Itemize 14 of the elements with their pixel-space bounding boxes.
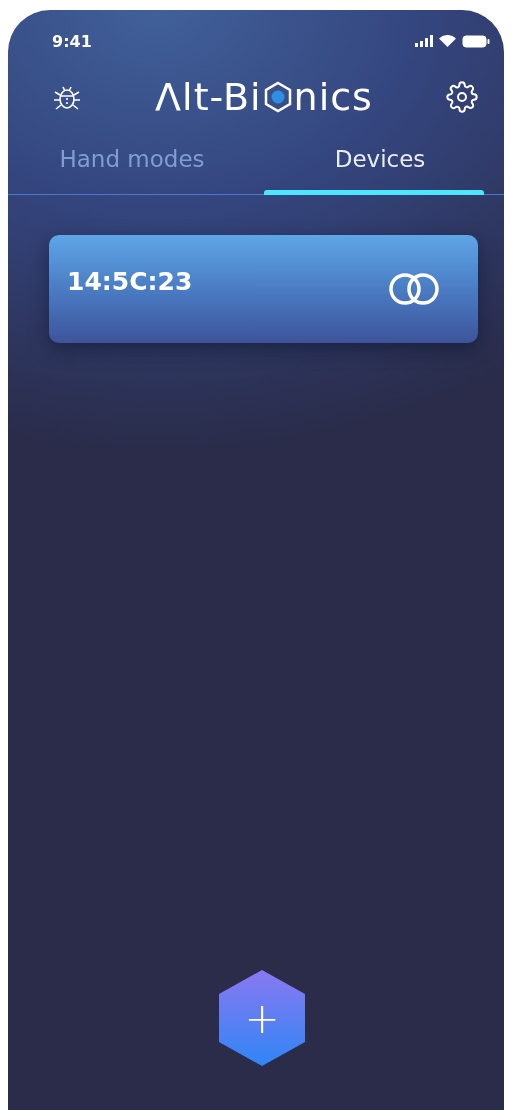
settings-icon[interactable]: [446, 81, 478, 113]
logo-text: nics: [293, 75, 373, 119]
rings-icon[interactable]: [386, 271, 442, 307]
wifi-icon: [439, 35, 456, 47]
hexagon-logo-icon: [262, 81, 293, 113]
add-button[interactable]: +: [219, 970, 305, 1066]
device-name: 14:5C:23: [67, 266, 193, 296]
tab[interactable]: Devices: [256, 138, 504, 194]
logo-text: Λlt-Bi: [155, 75, 262, 119]
status-time: 9:41: [52, 31, 92, 51]
tab[interactable]: Hand modes: [8, 138, 256, 194]
signal-icon: [415, 35, 433, 47]
battery-icon: [462, 34, 490, 48]
device-card[interactable]: 14:5C:23: [49, 235, 478, 343]
